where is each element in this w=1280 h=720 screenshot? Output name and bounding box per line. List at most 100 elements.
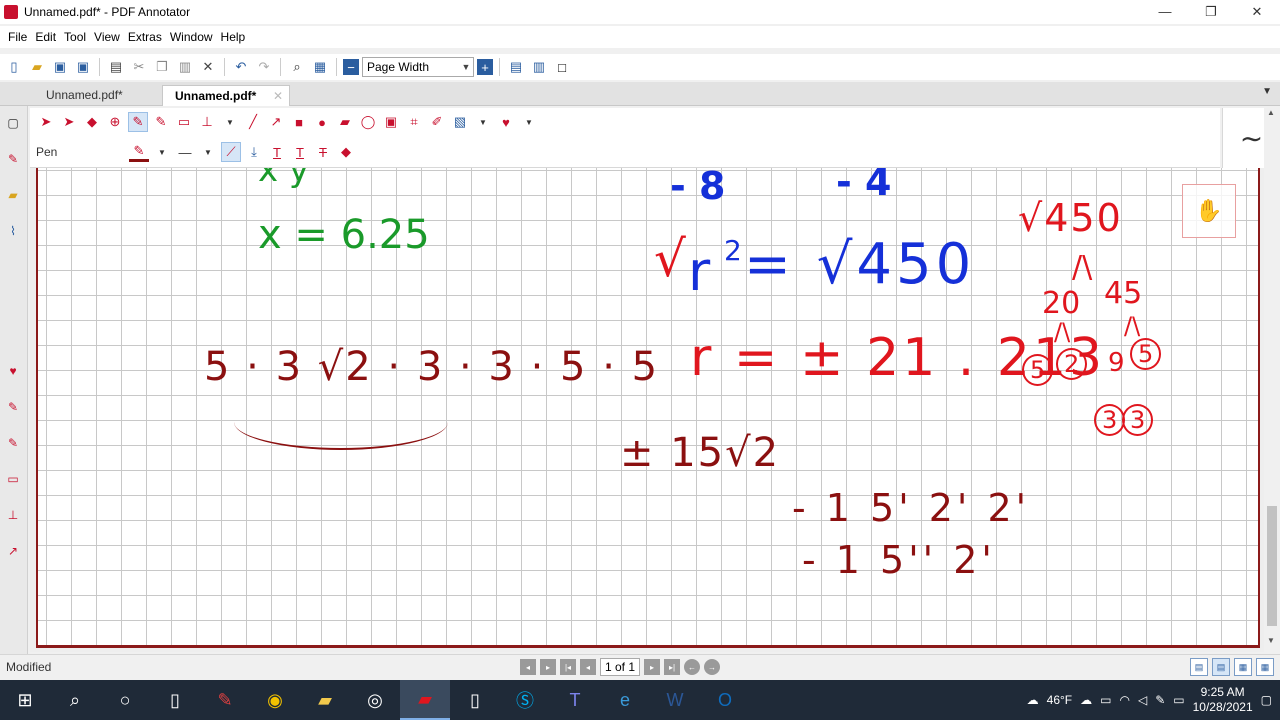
text-format-2-icon[interactable]: T <box>290 142 310 162</box>
word-icon[interactable]: W <box>650 680 700 720</box>
eraser-option-icon[interactable]: ◆ <box>336 142 356 162</box>
new-icon[interactable]: ▯ <box>4 57 24 77</box>
copy-icon[interactable]: ❐ <box>152 57 172 77</box>
zoom-in-icon[interactable]: + <box>477 59 493 75</box>
open-folder-icon[interactable]: ▰ <box>27 57 47 77</box>
eraser-brush-icon[interactable]: ◆ <box>82 112 102 132</box>
cortana-icon[interactable]: ○ <box>100 680 150 720</box>
edge-icon[interactable]: e <box>600 680 650 720</box>
image-dropdown-icon[interactable]: ▼ <box>473 112 493 132</box>
line-style-icon[interactable]: — <box>175 142 195 162</box>
undo-icon[interactable]: ↶ <box>231 57 251 77</box>
marker-tool-icon[interactable]: ✎ <box>151 112 171 132</box>
redo-icon[interactable]: ↷ <box>254 57 274 77</box>
camera-icon[interactable]: ▣ <box>381 112 401 132</box>
page-layout-icon[interactable]: ▤ <box>506 57 526 77</box>
outlook-icon[interactable]: O <box>700 680 750 720</box>
clock[interactable]: 9:25 AM 10/28/2021 <box>1193 685 1253 715</box>
obs-icon[interactable]: ◎ <box>350 680 400 720</box>
page-panel-icon[interactable]: ▢ <box>4 114 22 132</box>
scroll-up-icon[interactable]: ▲ <box>1267 108 1275 117</box>
attachment-icon[interactable]: ⌇ <box>4 222 22 240</box>
teams-icon[interactable]: T <box>550 680 600 720</box>
zoom-out-icon[interactable]: − <box>343 59 359 75</box>
volume-icon[interactable]: ◁ <box>1138 693 1147 707</box>
notifications-icon[interactable]: ▢ <box>1261 693 1272 707</box>
delete-icon[interactable]: ✕ <box>198 57 218 77</box>
calculator-icon[interactable]: ▯ <box>450 680 500 720</box>
ellipse-tool-icon[interactable]: ● <box>312 112 332 132</box>
pen-tool-icon[interactable]: ✎ <box>128 112 148 132</box>
arrow-tool-icon[interactable]: ↗ <box>266 112 286 132</box>
menu-help[interactable]: Help <box>217 30 250 44</box>
history-forward-icon[interactable]: ▸ <box>540 659 556 675</box>
battery-icon[interactable]: ▭ <box>1100 693 1111 707</box>
document-canvas[interactable]: x y x = 6.25 - 8 - 4 √ r 2 = √450 r = ± … <box>30 168 1264 652</box>
keyboard-icon[interactable]: ▭ <box>1173 693 1184 707</box>
wifi-icon[interactable]: ◠ <box>1119 693 1129 707</box>
menu-file[interactable]: File <box>4 30 31 44</box>
fullscreen-icon[interactable]: □ <box>552 57 572 77</box>
fit-page-icon[interactable]: ▥ <box>529 57 549 77</box>
stamp-dropdown-icon[interactable]: ▼ <box>220 112 240 132</box>
two-page-view-icon[interactable]: ▦ <box>1234 658 1252 676</box>
first-page-icon[interactable]: |◂ <box>560 659 576 675</box>
skype-icon[interactable]: Ⓢ <box>500 680 550 720</box>
stamp-tool-icon[interactable]: ⊥ <box>197 112 217 132</box>
weather-temp[interactable]: 46°F <box>1047 693 1072 707</box>
prev-page-icon[interactable]: ◂ <box>580 659 596 675</box>
paint-app-icon[interactable]: ✎ <box>200 680 250 720</box>
tab-unnamed-1[interactable]: Unnamed.pdf* <box>34 85 135 106</box>
save-icon[interactable]: ▣ <box>50 57 70 77</box>
search-icon[interactable]: ⌕ <box>50 680 100 720</box>
heart-dropdown-icon[interactable]: ▼ <box>519 112 539 132</box>
zoom-tool-icon[interactable]: ⊕ <box>105 112 125 132</box>
line-tool-icon[interactable]: ╱ <box>243 112 263 132</box>
text-box-side-icon[interactable]: ▭ <box>4 470 22 488</box>
marker-side-icon[interactable]: ✎ <box>4 398 22 416</box>
text-tool-icon[interactable]: ▭ <box>174 112 194 132</box>
hand-tool-icon[interactable]: ✋ <box>1182 184 1236 238</box>
grid-view-icon[interactable]: ▦ <box>1256 658 1274 676</box>
menu-edit[interactable]: Edit <box>31 30 60 44</box>
tab-unnamed-2[interactable]: Unnamed.pdf* ✕ <box>162 85 290 106</box>
heart-icon[interactable]: ♥ <box>496 112 516 132</box>
pressure-icon[interactable]: ⤓ <box>244 142 264 162</box>
history-back-icon[interactable]: ◂ <box>520 659 536 675</box>
start-icon[interactable]: ⊞ <box>0 680 50 720</box>
select-text-icon[interactable]: ➤ <box>59 112 79 132</box>
menu-window[interactable]: Window <box>166 30 217 44</box>
onedrive-icon[interactable]: ☁ <box>1080 693 1092 707</box>
minimize-button[interactable]: — <box>1142 0 1188 24</box>
line-style-dropdown-icon[interactable]: ▼ <box>198 142 218 162</box>
smooth-pen-icon[interactable]: ⟋ <box>221 142 241 162</box>
zoom-select[interactable]: Page Width ▼ <box>362 57 474 77</box>
color-dropdown-icon[interactable]: ▼ <box>152 142 172 162</box>
maximize-button[interactable]: ❐ <box>1188 0 1234 24</box>
paste-icon[interactable]: ▥ <box>175 57 195 77</box>
arrow-side-icon[interactable]: ↗ <box>4 542 22 560</box>
print-icon[interactable]: ▤ <box>106 57 126 77</box>
page-indicator[interactable]: 1 of 1 <box>600 658 641 676</box>
grid-page[interactable]: x y x = 6.25 - 8 - 4 √ r 2 = √450 r = ± … <box>36 168 1260 648</box>
save-as-icon[interactable]: ▣ <box>73 57 93 77</box>
menu-extras[interactable]: Extras <box>124 30 166 44</box>
ruler-icon[interactable]: ✐ <box>427 112 447 132</box>
menu-view[interactable]: View <box>90 30 124 44</box>
pen-color-icon[interactable]: ✎ <box>129 142 149 162</box>
select-icon[interactable]: ➤ <box>36 112 56 132</box>
forward-circle-icon[interactable]: → <box>704 659 721 675</box>
task-view-icon[interactable]: ▯ <box>150 680 200 720</box>
chrome-icon[interactable]: ◉ <box>250 680 300 720</box>
continuous-view-icon[interactable]: ▤ <box>1212 658 1230 676</box>
pen-tray-icon[interactable]: ✎ <box>1155 693 1165 707</box>
text-strike-icon[interactable]: T <box>313 142 333 162</box>
weather-icon[interactable]: ☁ <box>1027 693 1039 707</box>
eraser-tool-icon[interactable]: ▰ <box>335 112 355 132</box>
file-explorer-icon[interactable]: ▰ <box>300 680 350 720</box>
last-page-icon[interactable]: ▸| <box>664 659 681 675</box>
folder-side-icon[interactable]: ▰ <box>4 186 22 204</box>
favorite-icon[interactable]: ♥ <box>4 362 22 380</box>
text-format-icon[interactable]: T <box>267 142 287 162</box>
rectangle-tool-icon[interactable]: ■ <box>289 112 309 132</box>
